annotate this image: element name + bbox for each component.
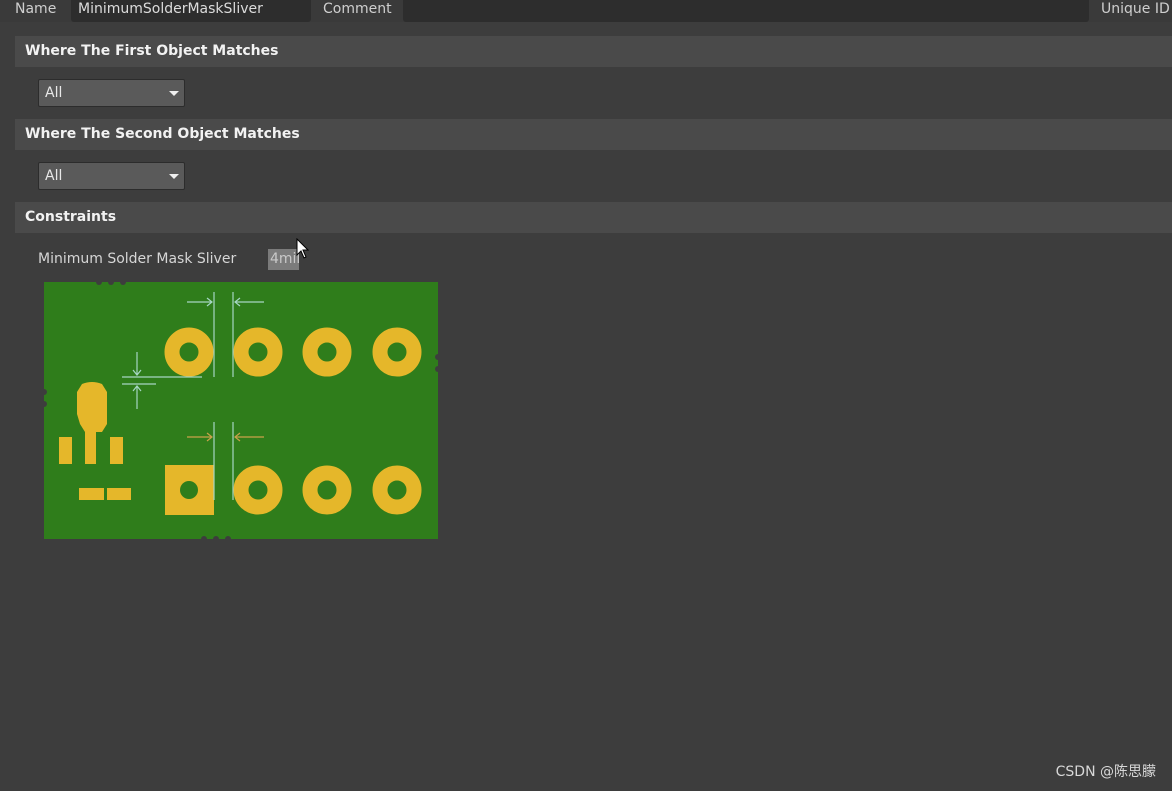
min-sliver-label: Minimum Solder Mask Sliver: [38, 251, 237, 267]
section-constraints: Constraints: [15, 202, 1172, 233]
second-object-selected: All: [45, 168, 63, 184]
first-object-selected: All: [45, 85, 63, 101]
watermark: CSDN @陈思朦: [1055, 764, 1156, 780]
comment-input[interactable]: [403, 0, 1089, 22]
pcb-illustration: [44, 282, 438, 539]
name-input[interactable]: MinimumSolderMaskSliver: [71, 0, 311, 22]
unique-id-label: Unique ID: [1101, 1, 1170, 17]
name-row: Name MinimumSolderMaskSliver Comment Uni…: [0, 0, 1172, 22]
section-second-object: Where The Second Object Matches: [15, 119, 1172, 150]
section-first-object: Where The First Object Matches: [15, 36, 1172, 67]
chevron-down-icon: [169, 91, 179, 96]
comment-label: Comment: [323, 1, 392, 17]
mouse-cursor-icon: [296, 238, 310, 259]
second-object-dropdown[interactable]: All: [38, 162, 185, 190]
min-sliver-input[interactable]: 4mil: [268, 249, 299, 270]
first-object-dropdown[interactable]: All: [38, 79, 185, 107]
name-label: Name: [15, 1, 57, 17]
chevron-down-icon: [169, 174, 179, 179]
